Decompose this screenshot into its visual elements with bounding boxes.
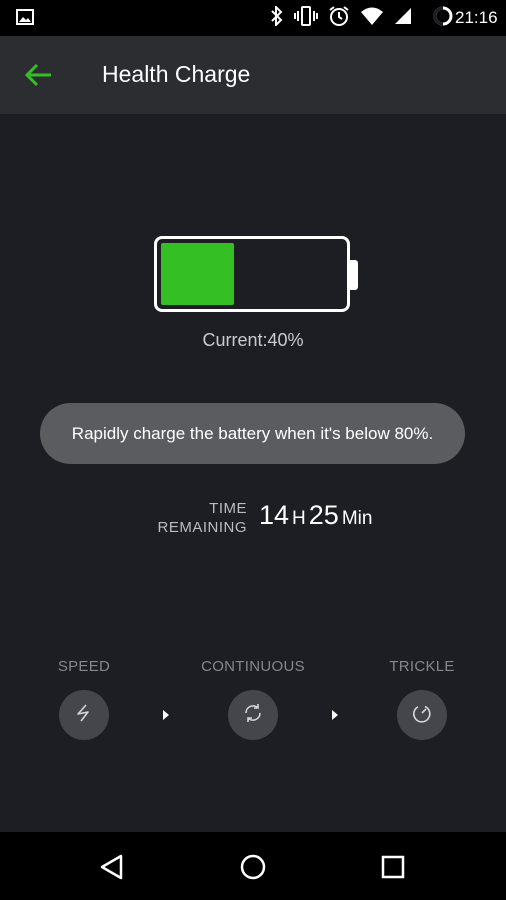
mode-label-continuous: CONTINUOUS — [201, 658, 305, 675]
clock: 21:16 — [455, 8, 498, 27]
mode-label-speed: SPEED — [57, 658, 111, 675]
continuous-mode-button[interactable] — [228, 690, 278, 740]
minutes-unit: Min — [341, 508, 373, 529]
speed-mode-button[interactable] — [59, 690, 109, 740]
arrow-icon — [163, 710, 169, 720]
navigation-bar — [0, 832, 506, 900]
status-icons — [270, 4, 454, 32]
arrow-icon — [332, 710, 338, 720]
back-icon[interactable] — [95, 850, 129, 884]
back-arrow-icon[interactable] — [22, 60, 54, 90]
mode-label-trickle: TRICKLE — [389, 658, 455, 675]
minutes-value: 25 — [308, 500, 339, 530]
main-content: Current:40% Rapidly charge the battery w… — [0, 114, 506, 832]
app-bar: Health Charge — [0, 36, 506, 114]
time-remaining-value: 14 H 25 Min — [259, 500, 375, 531]
home-icon[interactable] — [236, 850, 270, 884]
battery-fill — [161, 243, 234, 305]
recents-icon[interactable] — [376, 850, 410, 884]
trickle-mode-button[interactable] — [397, 690, 447, 740]
battery-saver-icon — [432, 5, 454, 32]
vibrate-icon — [294, 5, 318, 31]
current-level-label: Current:40% — [202, 330, 304, 350]
toast-message: Rapidly charge the battery when it's bel… — [40, 403, 465, 464]
hours-value: 14 — [259, 500, 290, 530]
status-bar: 21:16 — [0, 0, 506, 36]
hours-unit: H — [292, 508, 306, 529]
time-label: TIME — [209, 500, 247, 517]
lightning-icon — [74, 703, 94, 728]
trickle-icon — [411, 702, 433, 729]
battery-indicator — [154, 236, 350, 312]
bluetooth-icon — [270, 4, 284, 31]
page-title: Health Charge — [102, 61, 251, 87]
remaining-label: REMAINING — [157, 519, 247, 536]
signal-icon — [394, 7, 412, 30]
battery-tip — [350, 260, 358, 290]
gallery-icon — [16, 9, 34, 30]
wifi-icon — [360, 7, 384, 30]
alarm-icon — [328, 5, 350, 32]
time-remaining-label: TIME REMAINING — [157, 499, 247, 537]
refresh-icon — [242, 702, 264, 729]
